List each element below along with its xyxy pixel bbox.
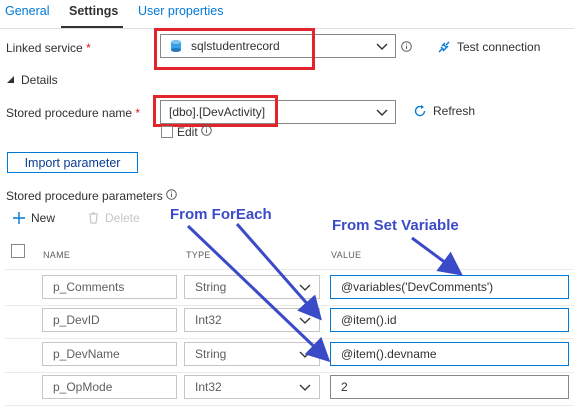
info-icon[interactable] xyxy=(201,125,212,136)
row-divider xyxy=(5,305,574,306)
arrow-to-set-variable-value xyxy=(411,236,463,276)
test-connection-button[interactable]: Test connection xyxy=(437,40,540,54)
chevron-down-icon xyxy=(299,384,311,391)
import-parameter-button[interactable]: Import parameter xyxy=(7,152,138,173)
annotation-from-foreach: From ForEach xyxy=(170,206,272,223)
column-header-type: TYPE xyxy=(186,250,211,260)
plug-icon xyxy=(438,41,450,53)
tab-divider xyxy=(0,28,574,29)
edit-label: Edit xyxy=(177,125,198,139)
column-header-name: NAME xyxy=(43,250,71,260)
chevron-down-icon xyxy=(299,284,311,291)
param-value-input[interactable]: @item().id xyxy=(330,308,569,332)
caret-expanded-icon xyxy=(7,76,14,83)
parameters-section-title: Stored procedure parameters xyxy=(6,189,163,203)
edit-checkbox[interactable] xyxy=(161,126,173,138)
param-name-input[interactable]: p_Comments xyxy=(42,275,177,299)
chevron-down-icon xyxy=(299,317,311,324)
param-name-input[interactable]: p_OpMode xyxy=(42,375,177,399)
row-divider xyxy=(5,338,574,339)
param-name-input[interactable]: p_DevName xyxy=(42,342,177,366)
plus-icon xyxy=(13,212,25,224)
param-type-dropdown[interactable]: String xyxy=(184,342,320,366)
annotation-from-set-variable: From Set Variable xyxy=(332,217,459,234)
column-header-value: VALUE xyxy=(331,250,362,260)
param-type-dropdown[interactable]: Int32 xyxy=(184,375,320,399)
param-value-input[interactable]: @variables('DevComments') xyxy=(330,275,569,299)
tab-user-properties[interactable]: User properties xyxy=(138,4,223,18)
row-divider xyxy=(5,372,574,373)
info-icon[interactable] xyxy=(401,41,412,52)
stored-procedure-label: Stored procedure name * xyxy=(6,106,141,120)
tab-settings[interactable]: Settings xyxy=(69,4,118,18)
linked-service-dropdown[interactable]: sqlstudentrecord xyxy=(160,34,396,58)
header-divider xyxy=(5,269,574,270)
linked-service-value: sqlstudentrecord xyxy=(191,39,280,53)
param-value-input[interactable]: @item().devname xyxy=(330,342,569,366)
row-divider xyxy=(5,405,574,406)
refresh-icon xyxy=(414,105,426,117)
refresh-button[interactable]: Refresh xyxy=(413,104,475,118)
info-icon[interactable] xyxy=(166,189,177,200)
chevron-down-icon xyxy=(299,351,311,358)
param-value-input[interactable]: 2 xyxy=(330,375,569,399)
param-type-dropdown[interactable]: Int32 xyxy=(184,308,320,332)
param-name-input[interactable]: p_DevID xyxy=(42,308,177,332)
chevron-down-icon xyxy=(376,43,388,50)
stored-procedure-dropdown[interactable]: [dbo].[DevActivity] xyxy=(160,100,396,124)
chevron-down-icon xyxy=(376,109,388,116)
details-toggle[interactable]: Details xyxy=(7,73,58,87)
delete-parameter-button[interactable]: Delete xyxy=(88,211,140,225)
new-parameter-button[interactable]: New xyxy=(13,211,55,225)
linked-service-label: Linked service * xyxy=(6,41,91,55)
tab-general[interactable]: General xyxy=(5,4,49,18)
param-type-dropdown[interactable]: String xyxy=(184,275,320,299)
select-all-checkbox[interactable] xyxy=(11,244,25,258)
stored-procedure-value: [dbo].[DevActivity] xyxy=(169,105,266,119)
database-icon xyxy=(171,40,181,52)
arrow-to-item-id xyxy=(235,223,322,321)
trash-icon xyxy=(89,212,98,224)
